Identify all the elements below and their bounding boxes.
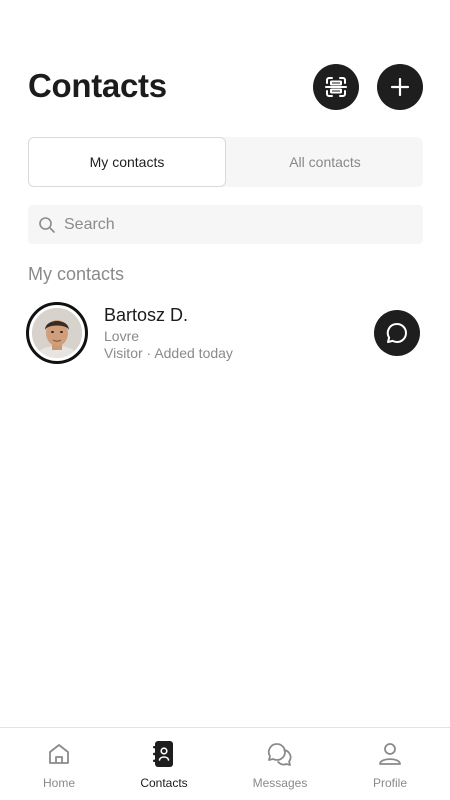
nav-item-profile[interactable]: Profile: [334, 728, 446, 800]
nav-label: Contacts: [140, 776, 188, 790]
scan-qr-button[interactable]: [313, 64, 359, 110]
chat-bubble-icon: [386, 322, 407, 343]
nav-label: Profile: [372, 776, 407, 790]
nav-item-messages[interactable]: Messages: [224, 728, 336, 800]
contact-company: Lovre: [104, 328, 140, 344]
profile-icon: [377, 740, 403, 768]
message-contact-button[interactable]: [374, 310, 420, 356]
search-input[interactable]: [64, 215, 404, 234]
add-contact-button[interactable]: [377, 64, 423, 110]
contact-name: Bartosz D.: [104, 305, 189, 325]
nav-item-home[interactable]: Home: [3, 728, 115, 800]
bottom-navigation: Home Contacts Messages Profile: [0, 727, 450, 800]
messages-icon: [266, 740, 294, 768]
plus-icon: [390, 77, 410, 97]
search-icon: [38, 216, 56, 234]
tab-all-contacts[interactable]: All contacts: [226, 137, 424, 187]
contact-list-item[interactable]: Bartosz D. Lovre Visitor · Added today: [26, 302, 423, 364]
search-bar: [28, 205, 423, 244]
user-photo: [32, 308, 82, 358]
qr-scan-icon: [325, 77, 347, 97]
tab-my-contacts[interactable]: My contacts: [28, 137, 226, 187]
home-icon: [46, 740, 72, 768]
section-title: My contacts: [28, 264, 125, 284]
nav-label: Home: [42, 776, 75, 790]
page-header: Contacts: [28, 62, 423, 112]
avatar: [26, 302, 88, 364]
page-title: Contacts: [28, 67, 167, 104]
contacts-book-icon: [151, 740, 177, 768]
contacts-tabs: My contacts All contacts: [28, 137, 423, 187]
nav-item-contacts[interactable]: Contacts: [108, 728, 220, 800]
nav-label: Messages: [252, 776, 308, 790]
contact-meta: Visitor · Added today: [104, 345, 233, 361]
